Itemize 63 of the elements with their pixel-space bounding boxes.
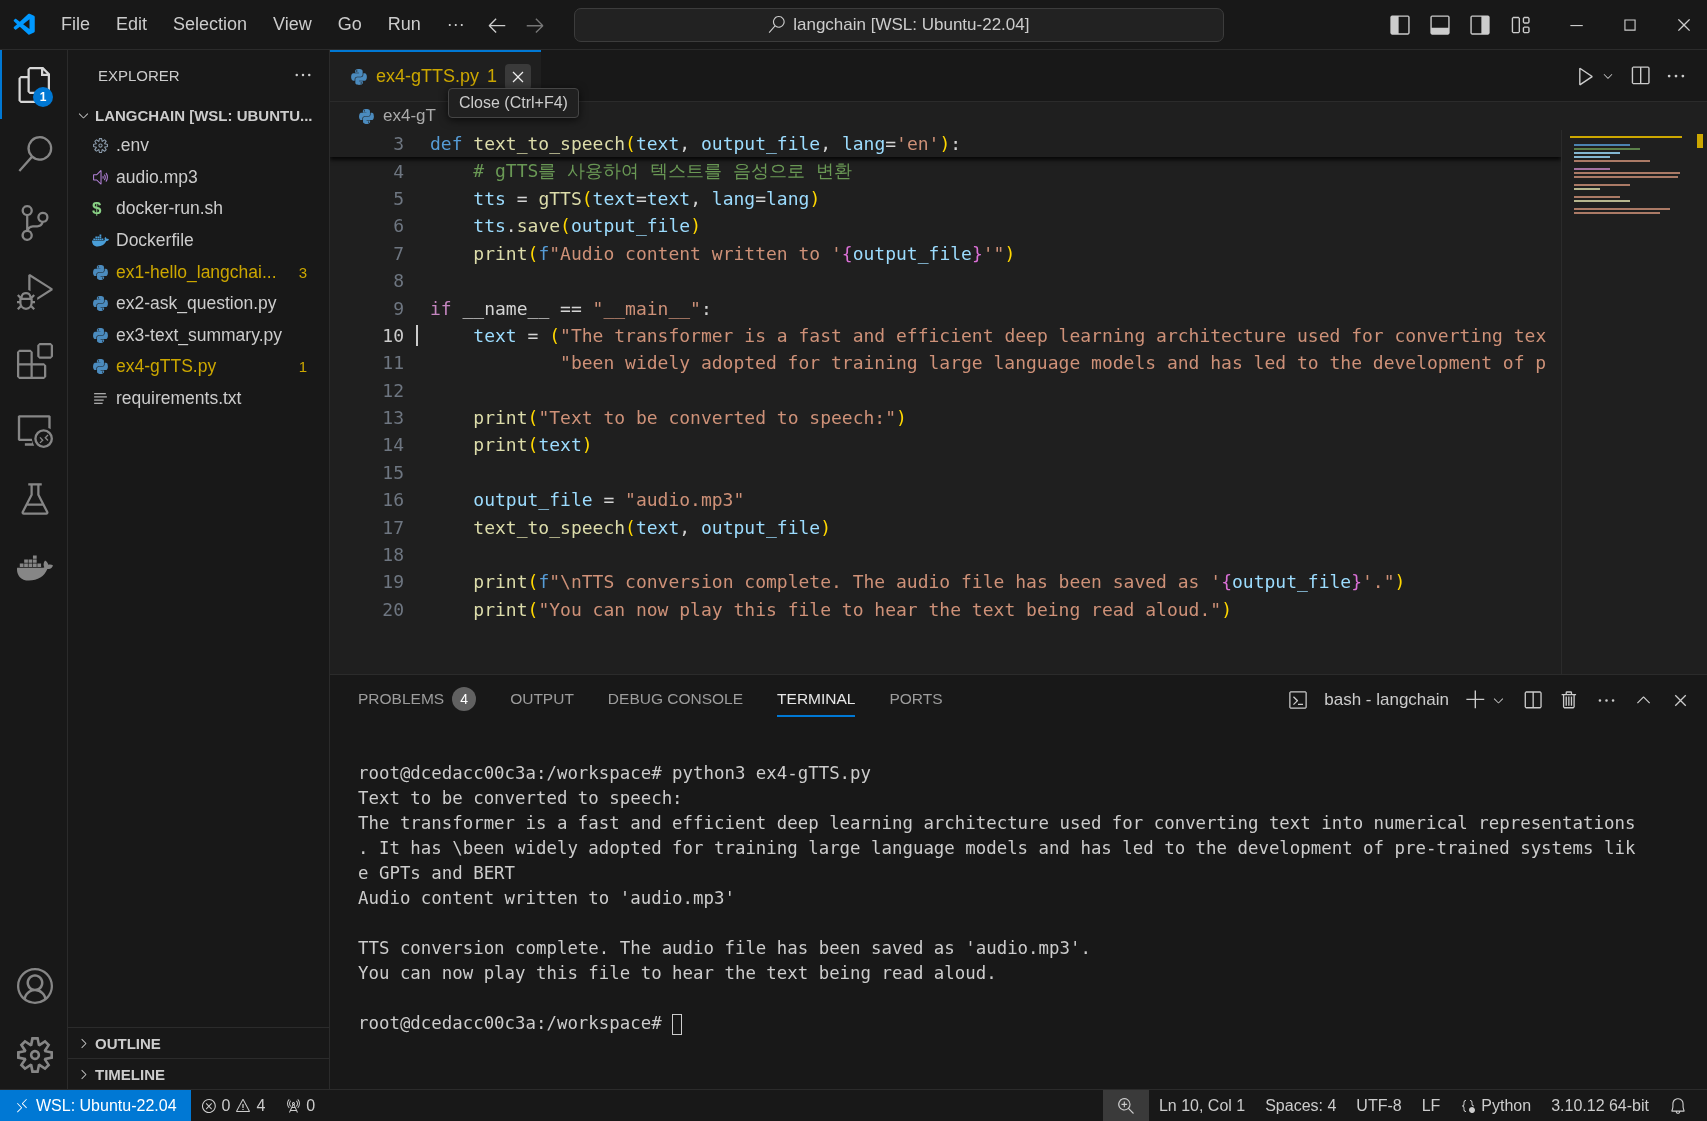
code-line: # gTTS를 사용하여 텍스트를 음성으로 변환 bbox=[472, 159, 852, 184]
terminal-line: . It has \been widely adopted for training large language models and has led to the development of pre-trained systems lik bbox=[358, 837, 1637, 860]
code-line: print(f"\nTTS conversion complete. The audio file has been saved as '{output_file}'.") bbox=[472, 571, 1406, 593]
line-number: 20 bbox=[381, 598, 405, 620]
code-line: tts = gTTS(text=text, lang=lang) bbox=[472, 187, 821, 209]
line-number: 13 bbox=[381, 407, 405, 429]
code-line: print(text) bbox=[472, 434, 593, 456]
line-number: 14 bbox=[381, 434, 405, 456]
dollar-glyph: $ bbox=[92, 199, 103, 219]
terminal-line: root@dcedacc00c3a:/workspace# python3 ex4-gTTS.py bbox=[358, 762, 873, 785]
terminal-line: e GPTs and BERT bbox=[358, 862, 517, 885]
tab-title: ex4-gTTS.py bbox=[376, 66, 480, 87]
code-line: text = ("The transformer is a fast and efficient deep learning architecture used for converting tex bbox=[416, 324, 1547, 346]
terminal-line: TTS conversion complete. The audio file has been saved as 'audio.mp3'. bbox=[358, 937, 1092, 960]
code-line: print("Text to be converted to speech:") bbox=[472, 407, 907, 429]
terminal-line: You can now play this file to hear the text being read aloud. bbox=[358, 962, 998, 985]
line-number: 11 bbox=[381, 352, 405, 374]
problem-count: 1 bbox=[298, 358, 307, 376]
section-title: OUTLINE bbox=[95, 1034, 161, 1052]
file-name: Dockerfile bbox=[116, 230, 194, 252]
file-name: requirements.txt bbox=[116, 388, 242, 410]
problem-count: 3 bbox=[298, 263, 307, 281]
line-number: 9 bbox=[392, 297, 405, 319]
file-name: docker-run.sh bbox=[116, 198, 223, 220]
file-name: audio.mp3 bbox=[116, 166, 198, 188]
problem-count: 1 bbox=[487, 66, 498, 87]
file-name: ex2-ask_question.py bbox=[116, 293, 277, 315]
line-number: 16 bbox=[381, 489, 405, 511]
line-number: 17 bbox=[381, 516, 405, 538]
folder-name: LANGCHAIN [WSL: UBUNTU... bbox=[95, 106, 313, 124]
line-number: 19 bbox=[381, 571, 405, 593]
line-number: 3 bbox=[392, 133, 405, 155]
code-line: print(f"Audio content written to '{output_file}'") bbox=[472, 242, 1016, 264]
line-number: 12 bbox=[381, 379, 405, 401]
code-line: print("You can now play this file to hear the text being read aloud.") bbox=[472, 598, 1232, 620]
section-title: TIMELINE bbox=[95, 1065, 165, 1083]
problem-count-badge: 4 bbox=[452, 687, 477, 711]
line-number: 15 bbox=[381, 461, 405, 483]
code-line: output_file = "audio.mp3" bbox=[472, 489, 745, 511]
sidebar-title: EXPLORER bbox=[98, 66, 180, 84]
file-name: ex4-gTTS.py bbox=[116, 356, 217, 378]
code-line: "been widely adopted for training large language models and has led to the development of p bbox=[559, 352, 1547, 374]
line-number: 6 bbox=[392, 215, 405, 237]
line-number: 5 bbox=[392, 187, 405, 209]
code-line: text_to_speech(text, output_file) bbox=[472, 516, 832, 538]
terminal-prompt: root@dcedacc00c3a:/workspace# bbox=[358, 1013, 662, 1033]
code-line: if __name__ == "__main__": bbox=[429, 297, 712, 319]
tooltip: Close (Ctrl+F4) bbox=[448, 88, 579, 118]
file-name: ex3-text_summary.py bbox=[116, 324, 282, 346]
search-text: langchain [WSL: Ubuntu-22.04] bbox=[793, 14, 1030, 35]
line-number: 10 bbox=[381, 324, 405, 346]
line-number: 18 bbox=[381, 544, 405, 566]
line-number: 7 bbox=[392, 242, 405, 264]
file-name: ex1-hello_langchai... bbox=[116, 261, 277, 283]
terminal-line: Text to be converted to speech: bbox=[358, 787, 684, 810]
line-number: 8 bbox=[392, 270, 405, 292]
terminal-line: Audio content written to 'audio.mp3' bbox=[358, 887, 736, 910]
notification-badge: 1 bbox=[33, 87, 53, 107]
terminal-line: The transformer is a fast and efficient deep learning architecture used for converting text into numerical representations bbox=[358, 812, 1637, 835]
code-line: def text_to_speech(text, output_file, lang='en'): bbox=[429, 133, 962, 155]
line-number: 4 bbox=[392, 160, 405, 182]
code-line: tts.save(output_file) bbox=[472, 215, 701, 237]
file-name: .env bbox=[116, 135, 150, 157]
